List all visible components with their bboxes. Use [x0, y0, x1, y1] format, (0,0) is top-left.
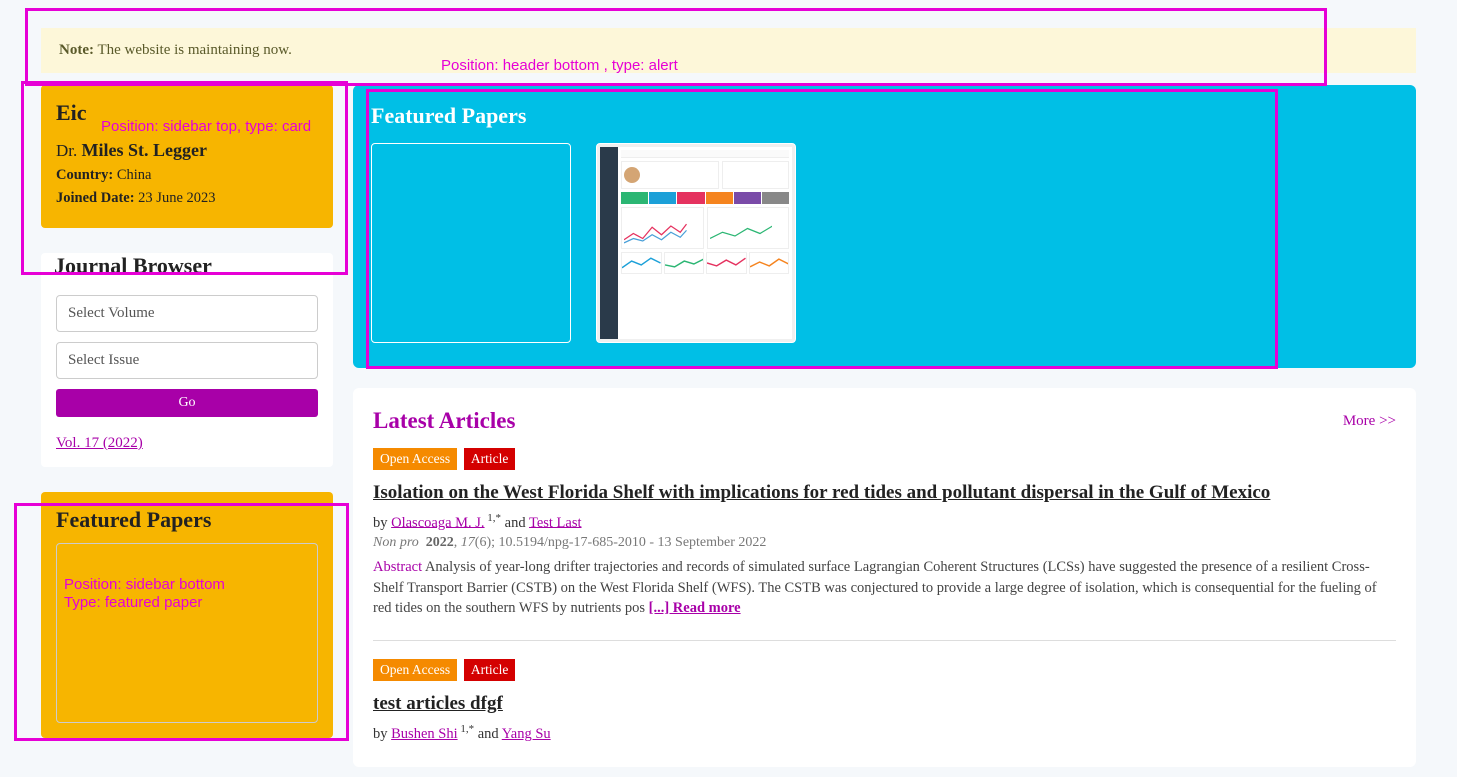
author-link[interactable]: Test Last — [529, 514, 582, 530]
overlay-label-sidebar-bottom-1: Position: sidebar bottom — [64, 575, 225, 595]
article-volume: 17 — [461, 535, 475, 550]
volume-link[interactable]: Vol. 17 (2022) — [56, 435, 143, 452]
latest-articles-heading: Latest Articles — [373, 408, 515, 434]
eic-name: Miles St. Legger — [82, 140, 207, 160]
author-link[interactable]: Yang Su — [502, 726, 551, 742]
select-volume[interactable]: Select Volume — [56, 295, 318, 332]
featured-paper-tile-1[interactable] — [371, 143, 571, 343]
author-link[interactable]: Bushen Shi — [391, 726, 457, 742]
overlay-label-sidebar-top: Position: sidebar top, type: card — [101, 117, 311, 137]
article-issue-etc: (6); 10.5194/npg-17-685-2010 - 13 Septem… — [475, 535, 767, 550]
overlay-label-header: Position: header bottom , type: alert — [441, 56, 678, 76]
alert-note-text: The website is maintaining now. — [94, 42, 292, 58]
author-link[interactable]: Olascoaga M. J. — [391, 514, 484, 530]
author-sup: 1,* — [458, 723, 475, 735]
eic-joined-value: 23 June 2023 — [135, 190, 216, 206]
select-issue[interactable]: Select Issue — [56, 342, 318, 379]
and-label: and — [474, 726, 502, 742]
article-journal: Non pro — [373, 535, 419, 550]
featured-paper-tile-2[interactable] — [596, 143, 796, 343]
eic-country-label: Country: — [56, 167, 113, 183]
latest-articles-card: Latest Articles More >> Open Access Arti… — [353, 388, 1416, 767]
journal-browser-heading: Journal Browser — [54, 253, 318, 279]
eic-card: Eic Dr. Miles St. Legger Country: China … — [41, 85, 333, 228]
journal-browser-card: Journal Browser Select Volume Select Iss… — [41, 253, 333, 467]
by-label: by — [373, 514, 391, 530]
read-more-link[interactable]: [...] Read more — [649, 600, 741, 616]
overlay-label-sidebar-bottom-2: Type: featured paper — [64, 593, 202, 613]
go-button[interactable]: Go — [56, 389, 318, 417]
article-title-link[interactable]: Isolation on the West Florida Shelf with… — [373, 482, 1270, 503]
article-item: Open Access Article Isolation on the Wes… — [373, 448, 1396, 618]
featured-sidebar-heading: Featured Papers — [56, 507, 318, 533]
badge-article: Article — [464, 659, 515, 681]
badge-open-access: Open Access — [373, 448, 457, 470]
abstract-text: Analysis of year-long drifter trajectori… — [373, 559, 1377, 616]
eic-name-prefix: Dr. — [56, 141, 82, 160]
and-label: and — [501, 514, 529, 530]
featured-papers-sidebar: Featured Papers — [41, 492, 333, 738]
article-item: Open Access Article test articles dfgf b… — [373, 659, 1396, 742]
by-label: by — [373, 726, 391, 742]
more-link[interactable]: More >> — [1343, 413, 1396, 430]
featured-papers-main: Featured Papers — [353, 85, 1416, 368]
featured-main-heading: Featured Papers — [371, 103, 1398, 129]
badge-open-access: Open Access — [373, 659, 457, 681]
badge-article: Article — [464, 448, 515, 470]
maintenance-alert: Note: The website is maintaining now. — [41, 28, 1416, 73]
eic-country-value: China — [113, 167, 151, 183]
alert-note-label: Note: — [59, 42, 94, 58]
article-title-link[interactable]: test articles dfgf — [373, 693, 503, 714]
article-year: 2022 — [426, 535, 454, 550]
author-sup: 1,* — [485, 512, 502, 524]
dashboard-thumbnail — [600, 147, 792, 339]
abstract-label: Abstract — [373, 559, 425, 575]
eic-joined-label: Joined Date: — [56, 190, 135, 206]
article-separator — [373, 640, 1396, 641]
featured-sidebar-slot — [56, 543, 318, 723]
